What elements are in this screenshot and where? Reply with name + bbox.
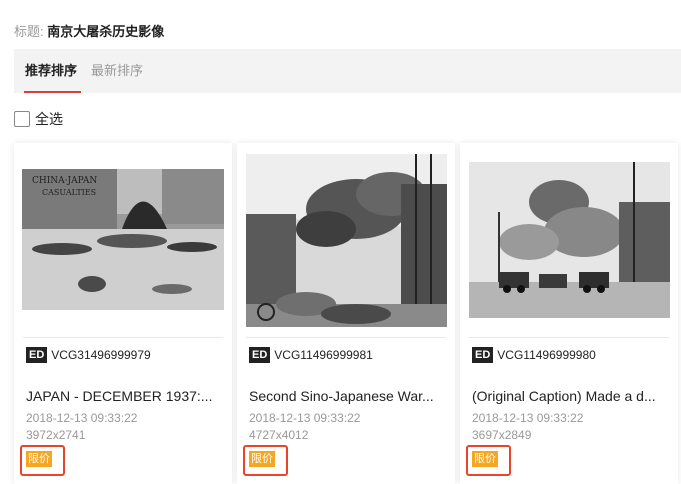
editorial-badge: ED <box>472 347 494 363</box>
image-thumbnail[interactable] <box>246 154 447 327</box>
tab-latest-sort[interactable]: 最新排序 <box>91 49 143 93</box>
card-divider <box>23 337 223 338</box>
image-card[interactable]: CHINA·JAPAN CASUALTIES ED VCG31496999979… <box>14 143 232 484</box>
image-id-row: ED VCG11496999981 <box>249 347 373 363</box>
select-all-checkbox[interactable]: 全选 <box>14 109 63 129</box>
tab-recommended-sort[interactable]: 推荐排序 <box>25 49 77 93</box>
card-divider <box>469 337 669 338</box>
image-id-row: ED VCG31496999979 <box>26 347 151 363</box>
image-dimensions: 3697x2849 <box>472 428 532 442</box>
editorial-badge: ED <box>26 347 48 363</box>
card-divider <box>246 337 446 338</box>
editorial-badge: ED <box>249 347 271 363</box>
active-tab-indicator <box>24 91 81 93</box>
image-card[interactable]: ED VCG11496999981 Second Sino-Japanese W… <box>237 143 455 484</box>
svg-text:CASUALTIES: CASUALTIES <box>42 188 96 197</box>
image-date: 2018-12-13 09:33:22 <box>249 411 361 425</box>
page-title-row: 标题: 南京大屠杀历史影像 <box>14 22 164 42</box>
image-card[interactable]: ED VCG11496999980 (Original Caption) Mad… <box>460 143 678 484</box>
price-tag[interactable]: 限价 <box>472 451 498 467</box>
price-tag[interactable]: 限价 <box>26 451 52 467</box>
sort-tabs: 推荐排序 最新排序 <box>14 49 681 93</box>
image-caption[interactable]: JAPAN - DECEMBER 1937:... <box>26 388 226 404</box>
checkbox-box[interactable] <box>14 111 30 127</box>
image-id: VCG31496999979 <box>51 348 151 362</box>
select-all-label: 全选 <box>35 111 63 127</box>
price-tag[interactable]: 限价 <box>249 451 275 467</box>
page-title: 南京大屠杀历史影像 <box>47 24 165 39</box>
image-id: VCG11496999981 <box>274 348 373 362</box>
image-thumbnail[interactable]: CHINA·JAPAN CASUALTIES <box>22 169 224 310</box>
svg-text:CHINA·JAPAN: CHINA·JAPAN <box>32 176 97 186</box>
image-date: 2018-12-13 09:33:22 <box>472 411 584 425</box>
image-date: 2018-12-13 09:33:22 <box>26 411 138 425</box>
image-dimensions: 3972x2741 <box>26 428 86 442</box>
image-id: VCG11496999980 <box>497 348 596 362</box>
image-caption[interactable]: Second Sino-Japanese War... <box>249 388 449 404</box>
image-thumbnail[interactable] <box>469 162 670 318</box>
title-prefix: 标题: <box>14 24 44 39</box>
image-id-row: ED VCG11496999980 <box>472 347 596 363</box>
image-caption[interactable]: (Original Caption) Made a d... <box>472 388 672 404</box>
image-dimensions: 4727x4012 <box>249 428 309 442</box>
